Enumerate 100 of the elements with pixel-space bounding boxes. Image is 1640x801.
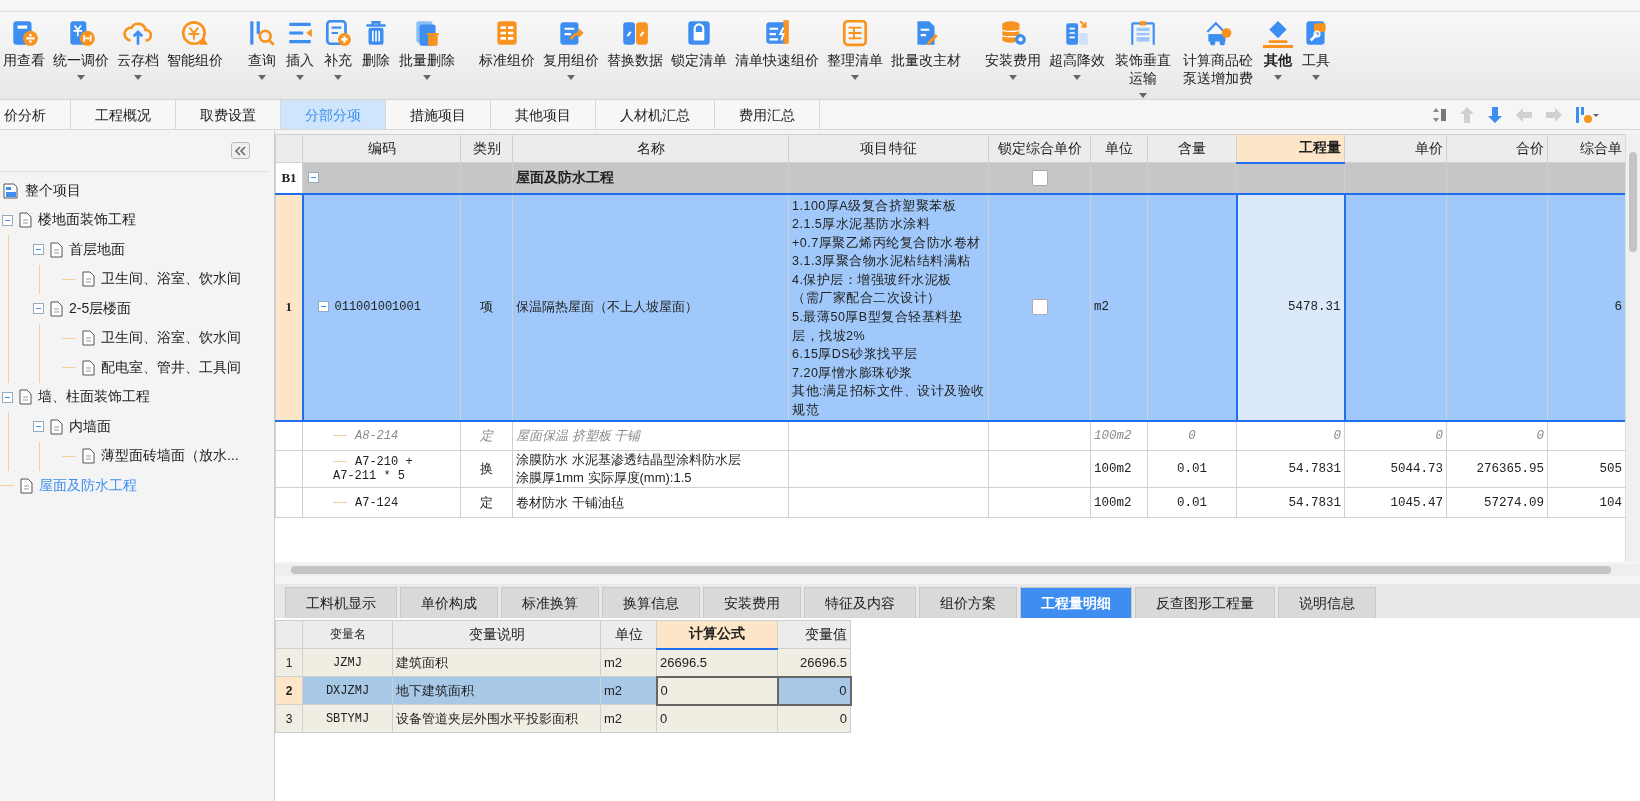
feature-text: 2.1.5厚水泥基防水涂料: [792, 216, 932, 234]
feature-text: 7.20厚憎水膨珠砂浆: [792, 364, 914, 382]
panel-tab[interactable]: 特征及内容: [804, 587, 916, 618]
checkbox[interactable]: [1031, 299, 1048, 316]
column-header[interactable]: 合价: [1446, 134, 1548, 163]
column-header[interactable]: 类别: [460, 134, 513, 163]
feature-text: 4.保护层：增强玻纤水泥板: [792, 271, 953, 289]
panel-tab[interactable]: 组价方案: [919, 587, 1017, 618]
checkbox[interactable]: [1031, 170, 1048, 187]
tree-item[interactable]: 薄型面砖墙面（放水...: [40, 441, 274, 471]
toolbar-button[interactable]: 用查看: [0, 16, 48, 71]
panel-tab[interactable]: 反查图形工程量: [1135, 587, 1275, 618]
toolbar-button[interactable]: 删除: [358, 16, 394, 71]
column-header[interactable]: 名称: [512, 134, 789, 163]
collapse-toggle[interactable]: [308, 172, 319, 184]
column-header[interactable]: 单位: [600, 620, 657, 649]
toolbar-button[interactable]: 复用组价: [540, 16, 602, 82]
row-number: 1: [275, 648, 303, 677]
tree-item[interactable]: 配电室、管井、工具间: [40, 353, 274, 383]
toolbar-button[interactable]: 批量删除: [396, 16, 458, 82]
table-cell: 0: [656, 676, 778, 705]
column-header[interactable]: 计算公式: [656, 620, 778, 649]
column-header[interactable]: 变量值: [777, 620, 851, 649]
document-icon: [82, 271, 95, 288]
arrow-down-icon[interactable]: [1487, 105, 1503, 124]
table-cell: 0.01: [1147, 450, 1237, 488]
column-header[interactable]: 变量名: [302, 620, 393, 649]
table-cell: SBTYMJ: [302, 704, 393, 733]
tree-item[interactable]: 首层地面: [9, 235, 274, 265]
panel-tab[interactable]: 安装费用: [703, 587, 801, 618]
caret-icon: [423, 75, 431, 80]
document-icon: [50, 300, 63, 317]
toolbar-button[interactable]: 查询: [244, 16, 280, 82]
table-cell: 26696.5: [777, 648, 851, 677]
toolbar-button[interactable]: 清单快速组价: [732, 16, 822, 71]
column-header[interactable]: 锁定综合单价: [988, 134, 1091, 163]
toolbar-button[interactable]: 统一调价: [50, 16, 112, 82]
document-icon: [20, 477, 33, 494]
toolbar-button[interactable]: 超高降效: [1046, 16, 1108, 82]
toolbar-button[interactable]: 安装费用: [982, 16, 1044, 82]
collapse-toggle[interactable]: [317, 301, 329, 313]
toolbar-button[interactable]: 云存档: [114, 16, 162, 82]
toolbar-button[interactable]: 整理清单: [824, 16, 886, 82]
column-header[interactable]: 单价: [1344, 134, 1447, 163]
item-code: A7-124: [355, 495, 399, 510]
table-cell: 5478.31: [1236, 193, 1345, 421]
toolbar-button[interactable]: 批量改主材: [888, 16, 964, 71]
table-cell: 设备管道夹层外围水平投影面积: [392, 704, 601, 733]
collapse-toggle[interactable]: [2, 214, 13, 226]
toolbar-button[interactable]: 锁定清单: [668, 16, 730, 71]
tree-item[interactable]: 墙、柱面装饰工程: [0, 382, 274, 412]
collapse-toggle[interactable]: [33, 303, 44, 315]
collapse-panel-button[interactable]: [231, 142, 250, 159]
toolbar-button[interactable]: 补充: [320, 16, 356, 82]
panel-tab[interactable]: 标准换算: [501, 587, 599, 618]
table-cell: 100m2: [1090, 420, 1148, 451]
toolbar-button[interactable]: 替换数据: [604, 16, 666, 71]
table-cell: 6: [1547, 193, 1625, 421]
tree-item[interactable]: 楼地面装饰工程: [0, 205, 274, 235]
collapse-toggle[interactable]: [33, 421, 44, 433]
column-header[interactable]: 含量: [1147, 134, 1237, 163]
toolbar-button[interactable]: 插入: [282, 16, 318, 82]
caret-icon: [1073, 75, 1081, 80]
panel-tab[interactable]: 单价构成: [400, 587, 498, 618]
toolbar-button[interactable]: 工具: [1298, 16, 1335, 82]
tree-item[interactable]: 整个项目: [0, 176, 274, 206]
horizontal-scrollbar[interactable]: [275, 564, 1640, 576]
toolbar-button[interactable]: 装饰垂直运输: [1110, 16, 1177, 99]
document-icon: [82, 448, 95, 465]
toolbar-button[interactable]: 其他: [1260, 16, 1297, 82]
panel-tab[interactable]: 说明信息: [1278, 587, 1376, 618]
column-header[interactable]: 综合单: [1547, 134, 1625, 163]
toolbar-button[interactable]: 标准组价: [476, 16, 538, 71]
toolbar-button[interactable]: 计算商品砼泵送增加费: [1178, 16, 1259, 89]
table-cell: 0: [1344, 420, 1447, 451]
vertical-scrollbar[interactable]: [1625, 134, 1640, 562]
column-header[interactable]: 编码: [302, 134, 461, 163]
column-header[interactable]: 项目特征: [788, 134, 989, 163]
panel-tab[interactable]: 换算信息: [602, 587, 700, 618]
panel-tab[interactable]: 工料机显示: [285, 587, 397, 618]
tree-item[interactable]: 卫生间、浴室、饮水间: [40, 264, 274, 294]
column-header[interactable]: 变量说明: [392, 620, 601, 649]
table-cell: 0: [1147, 420, 1237, 451]
tree-item[interactable]: 2-5层楼面: [9, 294, 274, 324]
tree-item[interactable]: 卫生间、浴室、饮水间: [40, 323, 274, 353]
table-cell: 57274.09: [1446, 487, 1548, 518]
caret-icon: [334, 75, 342, 80]
table-cell: JZMJ: [302, 648, 393, 677]
collapse-toggle[interactable]: [2, 391, 13, 403]
settings-icon[interactable]: [1575, 105, 1600, 124]
row-number: 1: [275, 193, 303, 421]
column-header[interactable]: 工程量: [1236, 134, 1345, 163]
collapse-toggle[interactable]: [33, 244, 44, 256]
toolbar-button[interactable]: 智能组价: [164, 16, 226, 71]
table-cell: 54.7831: [1236, 487, 1345, 518]
tree-item[interactable]: 内墙面: [9, 412, 274, 442]
item-code: A7-210 + A7-211 * 5: [333, 454, 413, 484]
column-header[interactable]: 单位: [1090, 134, 1148, 163]
feature-text: （需厂家配合二次设计）: [792, 290, 942, 308]
row-number: B1: [275, 162, 303, 194]
